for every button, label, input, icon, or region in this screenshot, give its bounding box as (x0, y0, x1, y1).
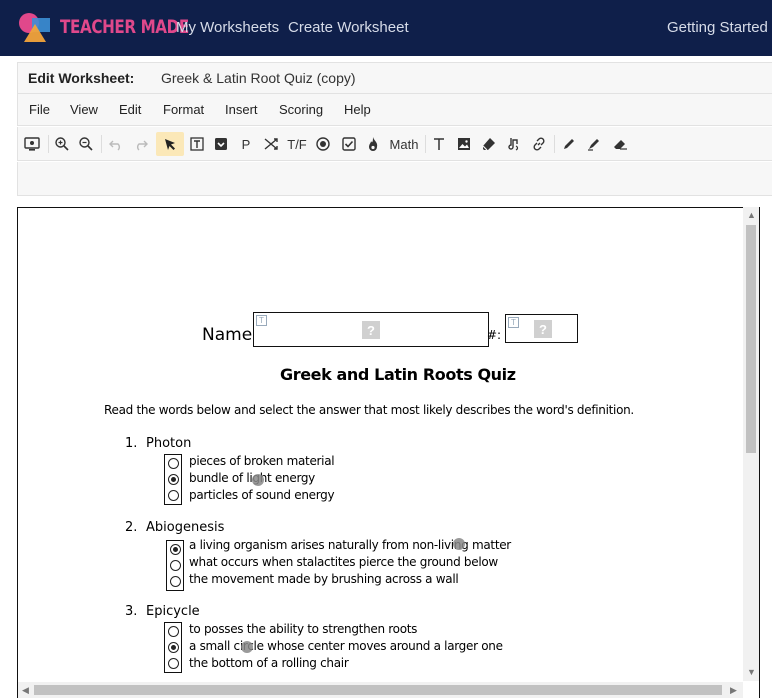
question-number: 2. (125, 520, 138, 535)
radio-option[interactable] (168, 458, 179, 469)
number-label: #: (487, 328, 502, 342)
quiz-title: Greek and Latin Roots Quiz (280, 365, 516, 384)
option-text: the bottom of a rolling chair (189, 656, 349, 670)
scroll-left-icon[interactable]: ◀ (22, 685, 29, 696)
question-mark-icon: ? (534, 320, 552, 338)
vertical-scrollbar[interactable]: ▲ ▼ (743, 207, 759, 681)
true-false-icon[interactable]: T/F (284, 132, 310, 156)
text-box-icon[interactable] (186, 132, 208, 156)
radio-option-selected[interactable] (170, 544, 181, 555)
menu-help[interactable]: Help (344, 102, 371, 117)
radio-option-selected[interactable] (168, 642, 179, 653)
top-nav: TEACHER MADE My Worksheets Create Worksh… (0, 0, 772, 56)
text-field-icon: T (256, 315, 267, 326)
dropdown-icon[interactable] (210, 132, 232, 156)
text-field-icon: T (508, 317, 519, 328)
option-text: what occurs when stalactites pierce the … (189, 555, 498, 569)
nav-create-worksheet[interactable]: Create Worksheet (288, 19, 409, 36)
answer-marker-icon[interactable] (252, 474, 264, 486)
text-tool-icon[interactable] (429, 132, 449, 156)
horizontal-scrollbar[interactable]: ◀ ▶ (18, 682, 743, 698)
question-term: Photon (146, 436, 192, 451)
preview-icon[interactable] (21, 132, 43, 156)
question-mark-icon: ? (362, 321, 380, 339)
name-label: Name: (202, 325, 258, 345)
toolbar-options-bar (17, 162, 772, 196)
menu-bar: File View Edit Format Insert Scoring Hel… (17, 94, 772, 126)
edit-worksheet-bar: Edit Worksheet: Greek & Latin Root Quiz … (17, 62, 772, 94)
scroll-right-icon[interactable]: ▶ (730, 685, 737, 696)
redo-icon[interactable] (130, 132, 152, 156)
nav-getting-started[interactable]: Getting Started (667, 19, 768, 36)
answer-choice-group (166, 540, 184, 591)
option-text: a small circle whose center moves around… (189, 639, 503, 653)
menu-scoring[interactable]: Scoring (279, 102, 323, 117)
zoom-in-icon[interactable] (52, 132, 72, 156)
radio-option[interactable] (168, 658, 179, 669)
question-number: 1. (125, 436, 138, 451)
undo-icon[interactable] (105, 132, 127, 156)
toolbar-separator (425, 135, 426, 153)
fire-icon[interactable] (363, 132, 383, 156)
paragraph-icon[interactable]: P (236, 132, 256, 156)
number-answer-field[interactable]: T ? (505, 314, 578, 343)
whiteout-icon[interactable] (609, 132, 631, 156)
option-text: particles of sound energy (189, 488, 335, 502)
math-button[interactable]: Math (386, 132, 422, 156)
menu-edit[interactable]: Edit (119, 102, 141, 117)
teacher-made-logo-icon[interactable] (18, 12, 52, 44)
question-term: Epicycle (146, 604, 200, 619)
checkbox-icon[interactable] (338, 132, 360, 156)
multiple-choice-icon[interactable] (312, 132, 334, 156)
quiz-instructions: Read the words below and select the answ… (104, 403, 634, 417)
menu-view[interactable]: View (70, 102, 98, 117)
menu-insert[interactable]: Insert (225, 102, 258, 117)
audio-icon[interactable] (504, 132, 524, 156)
image-icon[interactable] (454, 132, 474, 156)
eraser-icon[interactable] (479, 132, 499, 156)
answer-marker-icon[interactable] (241, 641, 253, 653)
worksheet-canvas[interactable]: Name: T ? #: T ? Greek and Latin Roots Q… (17, 207, 760, 698)
zoom-out-icon[interactable] (76, 132, 96, 156)
vertical-scroll-thumb[interactable] (746, 225, 756, 453)
worksheet-title-field[interactable]: Greek & Latin Root Quiz (copy) (161, 70, 356, 86)
scroll-up-icon[interactable]: ▲ (747, 210, 756, 220)
answer-choice-group (164, 622, 182, 673)
answer-choice-group (164, 454, 182, 505)
question-number: 3. (125, 604, 138, 619)
menu-format[interactable]: Format (163, 102, 204, 117)
question-term: Abiogenesis (146, 520, 225, 535)
toolbar-separator (554, 135, 555, 153)
answer-marker-icon[interactable] (453, 538, 465, 550)
radio-option[interactable] (168, 626, 179, 637)
radio-option-selected[interactable] (168, 474, 179, 485)
match-icon[interactable] (260, 132, 282, 156)
radio-option[interactable] (168, 490, 179, 501)
option-text: pieces of broken material (189, 454, 335, 468)
pen-icon[interactable] (559, 132, 579, 156)
horizontal-scroll-thumb[interactable] (34, 685, 722, 695)
link-icon[interactable] (529, 132, 549, 156)
highlighter-icon[interactable] (584, 132, 604, 156)
menu-file[interactable]: File (29, 102, 50, 117)
toolbar-separator (48, 135, 49, 153)
radio-option[interactable] (170, 560, 181, 571)
scroll-down-icon[interactable]: ▼ (747, 667, 756, 677)
option-text: to posses the ability to strengthen root… (189, 622, 418, 636)
option-text: the movement made by brushing across a w… (189, 572, 459, 586)
select-pointer-icon[interactable] (156, 132, 184, 156)
name-answer-field[interactable]: T ? (253, 312, 489, 347)
logo-text[interactable]: TEACHER MADE (60, 16, 189, 38)
radio-option[interactable] (170, 576, 181, 587)
toolbar: P T/F Math (17, 127, 772, 161)
edit-worksheet-label: Edit Worksheet: (28, 70, 135, 86)
toolbar-separator (101, 135, 102, 153)
nav-my-worksheets[interactable]: My Worksheets (176, 19, 279, 36)
